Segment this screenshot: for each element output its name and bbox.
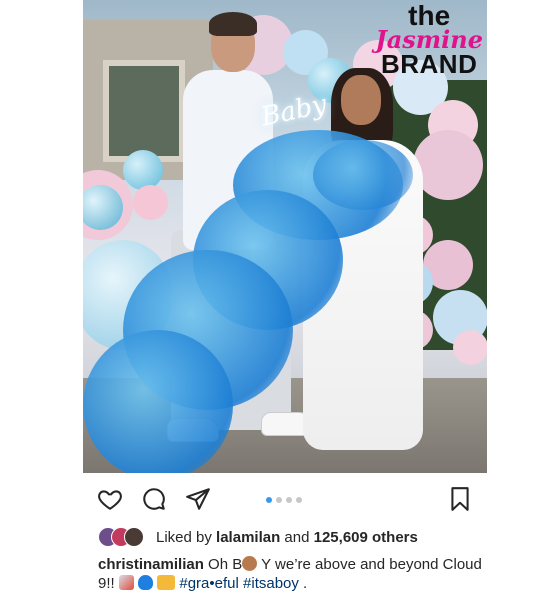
balloon <box>413 130 483 200</box>
share-icon[interactable] <box>185 486 211 512</box>
likes-text: Liked by lalamilan and 125,609 others <box>156 529 418 546</box>
balloon <box>123 150 163 190</box>
caption-tail: . <box>298 575 308 592</box>
carousel-dot <box>286 497 292 503</box>
post-action-bar <box>83 473 487 523</box>
smoke-cloud <box>83 330 233 473</box>
rocket-emoji <box>118 575 134 590</box>
balloon <box>133 185 168 220</box>
hashtag-link[interactable]: #itsaboy <box>243 575 299 592</box>
heart-icon[interactable] <box>97 486 123 512</box>
balloon <box>453 330 487 365</box>
avatar <box>124 527 144 547</box>
woman-head <box>341 75 381 125</box>
comment-icon[interactable] <box>141 486 167 512</box>
smoke-cloud <box>313 140 413 210</box>
bookmark-icon[interactable] <box>447 486 473 512</box>
carousel-dot <box>276 497 282 503</box>
liker-avatars[interactable] <box>98 527 152 547</box>
watermark-line3: BRAND <box>380 49 478 79</box>
boy-face-emoji <box>242 556 258 571</box>
carousel-dot <box>266 497 272 503</box>
hashtag-link[interactable]: #gra•eful <box>179 575 238 592</box>
watermark-logo: the Jasmine BRAND <box>375 2 483 79</box>
likes-middle: and <box>280 529 314 546</box>
caption-text: Oh B <box>203 556 243 573</box>
house-window <box>103 60 185 162</box>
blue-heart-emoji <box>138 575 154 590</box>
carousel-dot <box>296 497 302 503</box>
post-caption: christinamilian Oh B Y we’re above and b… <box>98 555 488 593</box>
liker-username[interactable]: lalamilan <box>216 529 280 546</box>
family-emoji <box>157 575 176 590</box>
likes-count[interactable]: 125,609 others <box>314 529 418 546</box>
caption-username[interactable]: christinamilian <box>98 556 204 573</box>
man-hair <box>209 12 257 36</box>
post-photo[interactable]: Baby the Jasmine BRAND <box>83 0 487 473</box>
likes-prefix: Liked by <box>156 529 217 546</box>
